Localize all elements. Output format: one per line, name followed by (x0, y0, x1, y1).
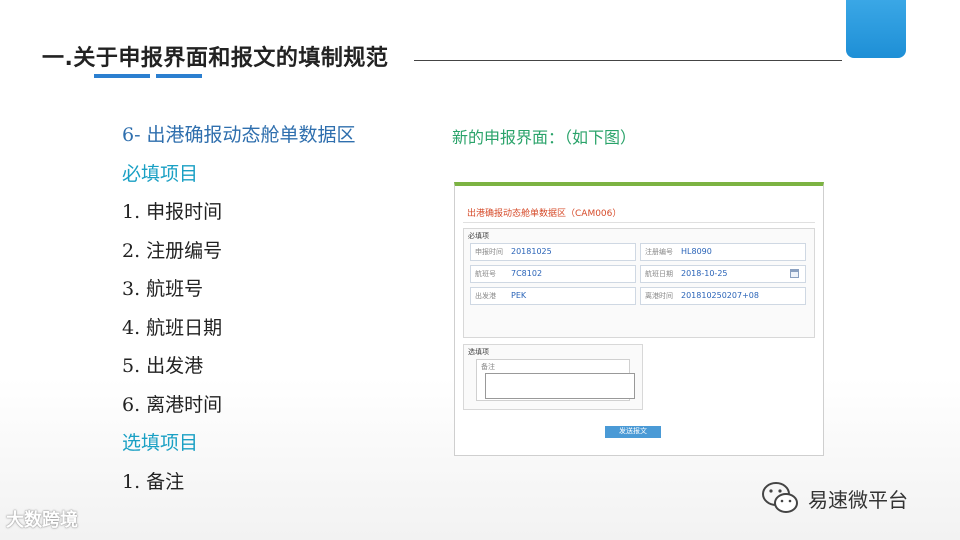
required-item: 2. 注册编号 (122, 239, 223, 262)
watermark-left-text: 大数跨境 (6, 510, 78, 531)
field-value: 201810250207+08 (681, 291, 759, 300)
field-value: 2018-10-25 (681, 269, 728, 278)
optional-item: 1. 备注 (122, 470, 185, 493)
section-heading: 6- 出港确报动态舱单数据区 (122, 124, 356, 146)
required-item: 5. 出发港 (122, 355, 204, 377)
title-rule (414, 60, 842, 61)
flight-number-field[interactable]: 航班号 7C8102 (470, 265, 636, 283)
wechat-icon (760, 478, 800, 518)
declaration-form-screenshot: 出港确报动态舱单数据区（CAM006） 必填项 申报时间 20181025 注册编… (454, 182, 824, 456)
field-value: PEK (511, 291, 527, 300)
declare-time-field[interactable]: 申报时间 20181025 (470, 243, 636, 261)
watermark-right-text: 易速微平台 (808, 487, 908, 512)
title-underline-accent (94, 74, 150, 78)
field-label: 航班号 (475, 270, 496, 278)
required-fields-panel: 必填项 申报时间 20181025 注册编号 HL8090 航班号 7C8102 航班… (463, 228, 815, 338)
flight-date-field[interactable]: 航班日期 2018-10-25 (640, 265, 806, 283)
watermark-left: 大数跨境 (6, 506, 78, 532)
field-label: 申报时间 (475, 248, 503, 256)
required-item: 1. 申报时间 (122, 201, 223, 223)
field-value: HL8090 (681, 247, 712, 256)
calendar-icon[interactable] (790, 269, 799, 278)
field-value: 7C8102 (511, 269, 543, 278)
departure-time-field[interactable]: 离港时间 201810250207+08 (640, 287, 806, 305)
departure-port-field[interactable]: 出发港 PEK (470, 287, 636, 305)
required-item: 6. 离港时间 (122, 393, 223, 416)
registration-number-field[interactable]: 注册编号 HL8090 (640, 243, 806, 261)
field-label: 注册编号 (645, 248, 673, 256)
optional-panel-label: 选填项 (468, 348, 489, 356)
field-label: 离港时间 (645, 292, 673, 300)
memo-field: 备注 (476, 359, 635, 401)
field-list: 6- 出港确报动态舱单数据区 必填项目 1. 申报时间 2. 注册编号 3. 航… (122, 120, 356, 505)
optional-fields-panel: 选填项 备注 (463, 344, 643, 410)
memo-label: 备注 (481, 363, 495, 371)
watermark-right: 易速微平台 (760, 478, 908, 518)
required-item: 4. 航班日期 (122, 316, 223, 339)
form-title: 出港确报动态舱单数据区（CAM006） (467, 209, 622, 219)
send-message-button[interactable]: 发送报文 (605, 426, 661, 438)
form-divider (463, 222, 815, 223)
field-value: 20181025 (511, 247, 552, 256)
required-title: 必填项目 (122, 162, 199, 185)
field-label: 航班日期 (645, 270, 673, 278)
optional-title: 选填项目 (122, 432, 199, 454)
corner-tab-decoration (846, 0, 906, 58)
screenshot-caption: 新的申报界面：（如下图） (452, 128, 637, 147)
field-label: 出发港 (475, 292, 496, 300)
memo-textarea[interactable] (485, 373, 635, 399)
title-underline-accent (156, 74, 202, 78)
required-panel-label: 必填项 (468, 232, 489, 240)
required-item: 3. 航班号 (122, 278, 204, 300)
slide-title: 一.关于申报界面和报文的填制规范 (42, 46, 389, 71)
